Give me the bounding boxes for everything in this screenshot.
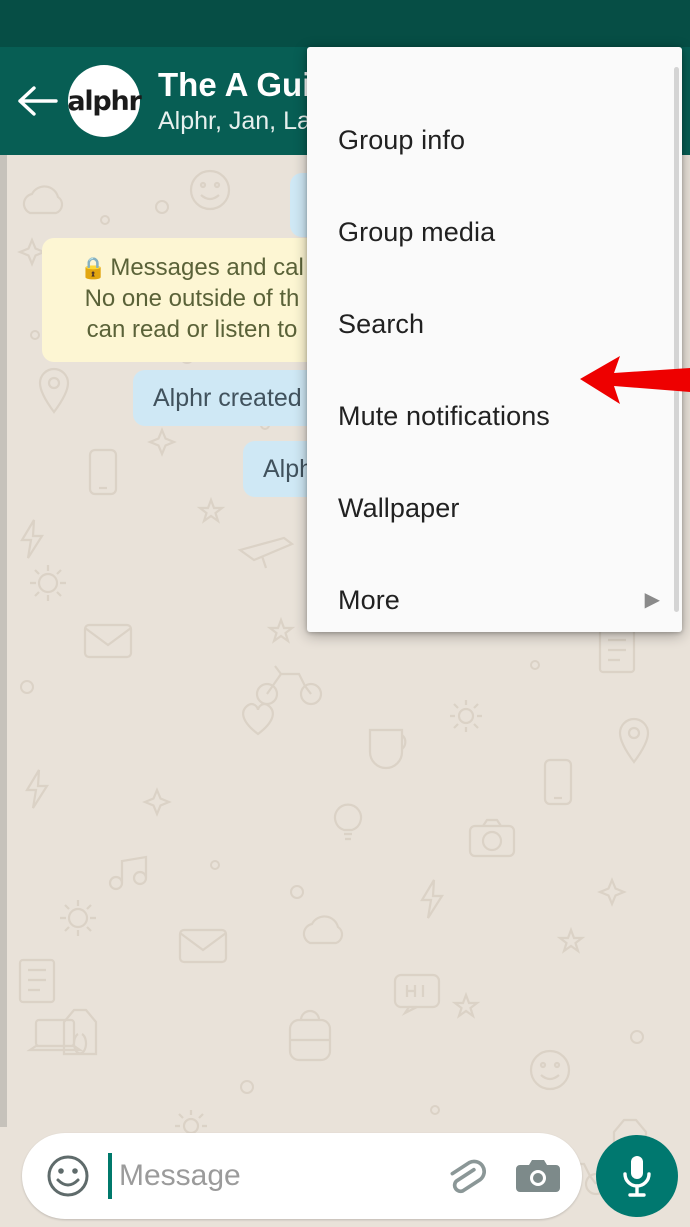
- annotation-arrow-icon: [580, 352, 690, 417]
- message-input-bar: Message: [0, 1125, 690, 1227]
- chevron-right-icon: ▶: [644, 589, 660, 611]
- menu-item-label: Wallpaper: [338, 492, 460, 523]
- menu-item-group-media[interactable]: Group media: [307, 186, 682, 278]
- menu-item-wallpaper[interactable]: Wallpaper: [307, 462, 682, 554]
- text-cursor: [108, 1153, 112, 1199]
- menu-item-label: Search: [338, 308, 425, 339]
- encryption-line-3: can read or listen to: [86, 316, 298, 344]
- avatar-label: alphr: [67, 85, 142, 117]
- menu-item-label: Group info: [338, 124, 466, 155]
- paperclip-icon[interactable]: [442, 1154, 486, 1198]
- encryption-line-2: No one outside of th: [84, 285, 300, 313]
- menu-item-label: Mute notifications: [338, 400, 550, 431]
- status-bar: [0, 0, 690, 47]
- camera-icon[interactable]: [516, 1157, 560, 1195]
- menu-item-label: Group media: [338, 216, 496, 247]
- avatar[interactable]: alphr: [67, 65, 142, 137]
- menu-item-more[interactable]: More ▶: [307, 554, 682, 646]
- encryption-notice-bubble[interactable]: 🔒 Messages and cal No one outside of th c…: [42, 238, 342, 362]
- message-input-container[interactable]: Message: [22, 1133, 582, 1219]
- menu-item-label: More: [338, 584, 400, 615]
- menu-scrollbar[interactable]: [674, 67, 679, 612]
- lock-icon: 🔒: [80, 257, 107, 280]
- dim-overlay-edge: [0, 155, 7, 1127]
- overflow-menu: Group info Group media Search Mute notif…: [307, 47, 682, 632]
- encryption-line-1: 🔒 Messages and cal: [80, 254, 304, 281]
- voice-record-button[interactable]: [596, 1135, 678, 1217]
- emoji-smiley-icon[interactable]: [46, 1154, 90, 1198]
- back-arrow-icon[interactable]: [8, 84, 68, 118]
- message-input-placeholder[interactable]: Message: [119, 1159, 442, 1193]
- menu-item-group-info[interactable]: Group info: [307, 94, 682, 186]
